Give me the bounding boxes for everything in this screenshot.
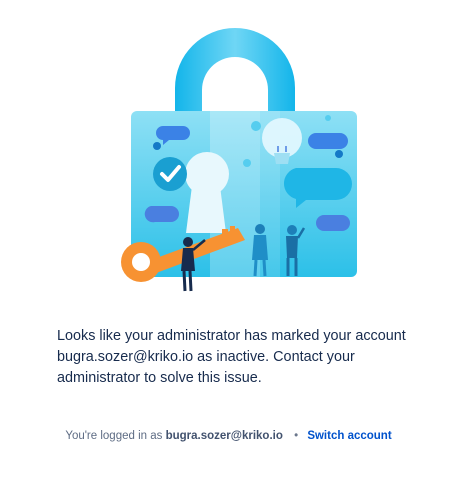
chat-bubble-icon (316, 215, 350, 231)
logged-in-prefix: You're logged in as (65, 430, 163, 442)
separator-dot: • (294, 430, 299, 442)
lock-illustration (121, 28, 357, 292)
logged-in-email: bugra.sozer@kriko.io (165, 430, 283, 442)
switch-account-link[interactable]: Switch account (307, 430, 391, 442)
lock-shackle (175, 28, 295, 113)
checkmark-badge-icon (153, 157, 187, 191)
chat-bubble-icon (308, 133, 348, 149)
inactive-account-message: Looks like your administrator has marked… (57, 328, 406, 386)
chat-bubble-icon (144, 206, 179, 223)
login-status-footer: You're logged in as bugra.sozer@kriko.io… (0, 430, 457, 442)
